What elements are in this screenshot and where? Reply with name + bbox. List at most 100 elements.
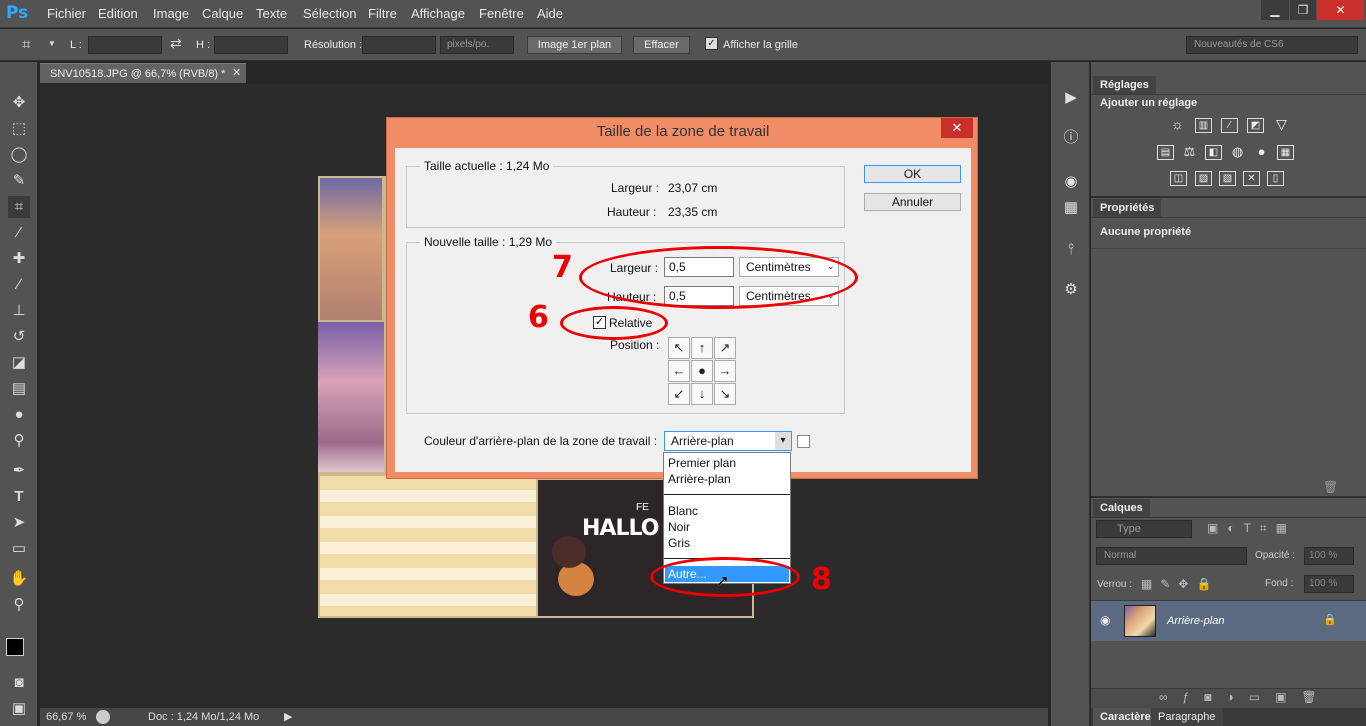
menu-image[interactable]: Image [153,6,189,21]
tab-paragraph[interactable]: Paragraphe [1151,708,1223,726]
layer-filter-icons[interactable]: ▣◐T⌗▦ [1207,521,1296,536]
palette-icon[interactable]: ◉ [1061,172,1081,192]
menu-filtre[interactable]: Filtre [368,6,397,21]
hue-icon[interactable]: ▤ [1157,145,1174,160]
visibility-eye-icon[interactable]: ◉ [1100,613,1110,627]
eraser-tool-icon[interactable]: ◪ [8,352,30,374]
menu-affichage[interactable]: Affichage [411,6,465,21]
quick-mask-icon[interactable]: ◙ [8,672,30,694]
brush-tool-icon[interactable]: ∕ [8,274,30,296]
quick-select-tool-icon[interactable]: ✎ [8,170,30,192]
menu-texte[interactable]: Texte [256,6,287,21]
chevron-down-icon[interactable]: ▾ [775,432,791,450]
workspace-select[interactable]: Nouveautés de CS6 [1186,36,1358,54]
menu-calque[interactable]: Calque [202,6,243,21]
blur-tool-icon[interactable]: ● [8,404,30,426]
curves-icon[interactable]: ⁄ [1221,118,1238,133]
menu-selection[interactable]: Sélection [303,6,356,21]
anchor-s-icon[interactable]: ↓ [691,383,713,405]
clone-stamp-tool-icon[interactable]: ⊥ [8,300,30,322]
restore-icon[interactable]: ❐ [1290,0,1316,20]
screen-mode-icon[interactable]: ▣ [8,698,30,720]
show-grid-checkbox[interactable]: ✓ [705,37,718,50]
type-tool-icon[interactable]: T [8,486,30,508]
rectangle-tool-icon[interactable]: ▭ [8,538,30,560]
vibrance-icon[interactable]: ▽ [1273,117,1290,133]
option-noir[interactable]: Noir [668,520,690,534]
menu-fichier[interactable]: Fichier [47,6,86,21]
path-select-tool-icon[interactable]: ➤ [8,512,30,534]
zoom-tool-icon[interactable]: ⚲ [8,594,30,616]
close-tab-icon[interactable]: ✕ [232,63,241,83]
menu-edition[interactable]: Edition [98,6,138,21]
tab-adjustments[interactable]: Réglages [1093,76,1156,94]
minimize-icon[interactable]: ▁ [1261,0,1289,20]
zoom-level[interactable]: 66,67 % [46,711,86,723]
ok-button[interactable]: OK [864,165,961,183]
cancel-button[interactable]: Annuler [864,193,961,211]
layer-filter-select[interactable]: Type [1096,520,1192,538]
photo-filter-icon[interactable]: ◍ [1229,145,1246,160]
blend-mode-select[interactable]: Normal [1096,547,1247,565]
levels-icon[interactable]: ▥ [1195,118,1212,133]
crop-tool-icon[interactable]: ⌗ [22,36,30,53]
play-icon[interactable]: ▶ [1061,88,1081,108]
lasso-tool-icon[interactable]: ◯ [8,144,30,166]
eyedropper-tool-icon[interactable]: ⁄ [8,222,30,244]
width-input[interactable] [88,36,162,54]
option-blanc[interactable]: Blanc [668,504,698,518]
layer-actions-icons[interactable]: ∞ƒ◙◑▭▣🗑 [1159,690,1332,704]
close-window-icon[interactable]: ✕ [1317,0,1364,20]
document-tab[interactable]: SNV10518.JPG @ 66,7% (RVB/8) * [40,63,246,83]
anchor-w-icon[interactable]: ← [668,360,690,382]
bw-icon[interactable]: ◧ [1205,145,1222,160]
trash-icon[interactable]: 🗑 [1323,480,1338,494]
bg-color-select[interactable]: Arrière-plan [664,431,792,451]
info-icon[interactable]: ⓘ [1061,128,1081,148]
units-select[interactable]: pixels/po. [440,36,514,54]
menu-aide[interactable]: Aide [537,6,563,21]
gradient-tool-icon[interactable]: ▤ [8,378,30,400]
anchor-ne-icon[interactable]: ↗ [714,337,736,359]
layer-row[interactable]: ◉ Arrière-plan 🔒 [1091,601,1366,641]
option-arriere-plan[interactable]: Arrière-plan [668,472,731,486]
selective-color-icon[interactable]: ✕ [1243,171,1260,186]
height-input[interactable] [214,36,288,54]
lookup-icon[interactable]: ▦ [1277,145,1294,160]
invert-icon[interactable]: ◫ [1170,171,1187,186]
swap-icon[interactable]: ⇄ [170,35,182,52]
swatches-icon[interactable]: ▦ [1061,198,1081,218]
exposure-icon[interactable]: ◩ [1247,118,1264,133]
option-premier-plan[interactable]: Premier plan [668,456,736,470]
healing-brush-tool-icon[interactable]: ✚ [8,248,30,270]
anchor-e-icon[interactable]: → [714,360,736,382]
dialog-close-icon[interactable]: ✕ [941,118,973,138]
option-gris[interactable]: Gris [668,536,690,550]
clear-button[interactable]: Effacer [633,36,690,54]
anchor-n-icon[interactable]: ↑ [691,337,713,359]
balance-icon[interactable]: ⚖ [1181,145,1198,160]
hand-tool-icon[interactable]: ✋ [8,568,30,590]
status-arrow-icon[interactable]: ▶ [284,710,292,723]
threshold-icon[interactable]: ▧ [1219,171,1236,186]
history-brush-tool-icon[interactable]: ↺ [8,326,30,348]
status-info-icon[interactable] [96,710,110,724]
brushes-icon[interactable]: ⫯ [1061,240,1081,260]
anchor-se-icon[interactable]: ↘ [714,383,736,405]
dodge-tool-icon[interactable]: ⚲ [8,430,30,452]
posterize-icon[interactable]: ▨ [1195,171,1212,186]
tab-properties[interactable]: Propriétés [1093,199,1162,217]
mixer-icon[interactable]: ● [1253,145,1270,160]
pen-tool-icon[interactable]: ✒ [8,460,30,482]
brightness-icon[interactable]: ☼ [1169,117,1186,133]
resolution-input[interactable] [362,36,436,54]
move-tool-icon[interactable]: ✥ [8,92,30,114]
lock-icons[interactable]: ▦✎✥🔒 [1141,577,1219,591]
layer-name[interactable]: Arrière-plan [1167,615,1224,627]
anchor-sw-icon[interactable]: ↙ [668,383,690,405]
fill-input[interactable]: 100 % [1304,575,1354,593]
front-image-button[interactable]: Image 1er plan [527,36,622,54]
tab-layers[interactable]: Calques [1093,499,1150,517]
menu-fenetre[interactable]: Fenêtre [479,6,524,21]
anchor-nw-icon[interactable]: ↖ [668,337,690,359]
